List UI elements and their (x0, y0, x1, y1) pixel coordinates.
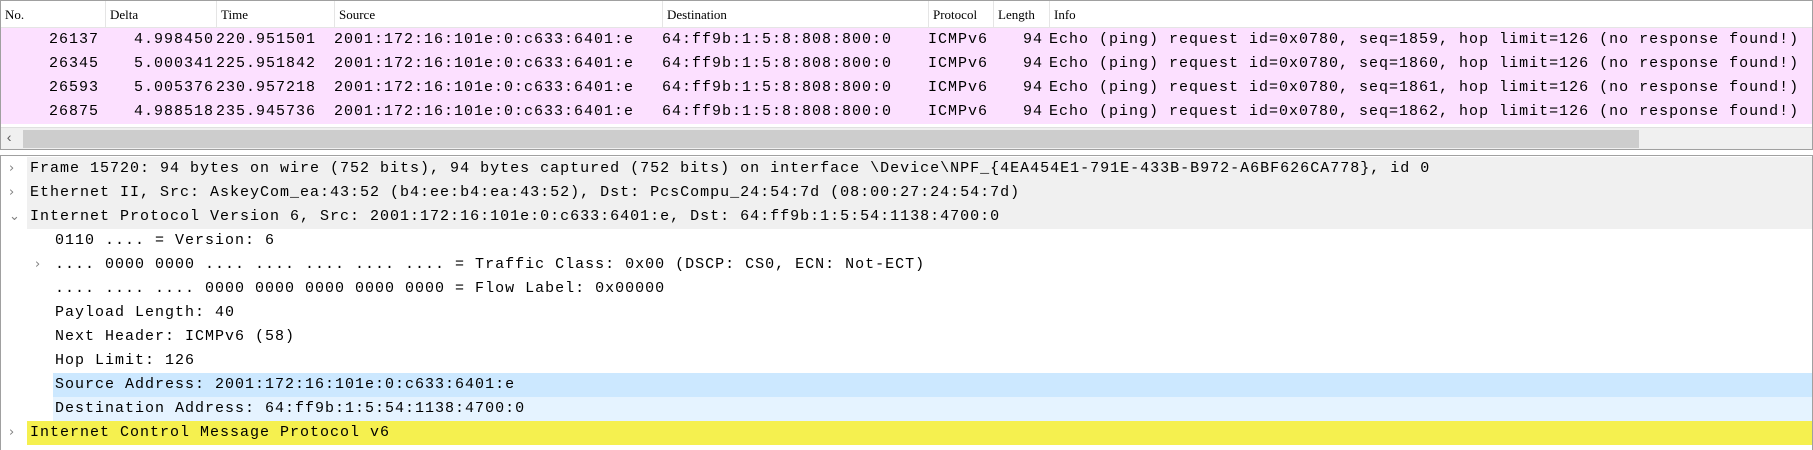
detail-item[interactable]: › .... 0000 0000 .... .... .... .... ....… (1, 253, 1812, 277)
detail-text: Destination Address: 64:ff9b:1:5:54:1138… (55, 400, 526, 417)
cell-protocol: ICMPv6 (928, 31, 989, 48)
detail-text: Hop Limit: 126 (55, 352, 196, 369)
horizontal-scrollbar[interactable]: ‹ (1, 127, 1812, 149)
column-header-destination[interactable]: Destination (662, 1, 928, 28)
column-header-no[interactable]: No. (1, 1, 105, 28)
cell-delta: 4.988518 (133, 103, 214, 120)
scrollbar-thumb[interactable] (23, 130, 1639, 148)
cell-delta: 5.000341 (133, 55, 214, 72)
cell-time: 230.957218 (216, 79, 317, 96)
cell-delta: 4.998450 (133, 31, 214, 48)
packet-row[interactable]: 26345 5.000341 225.951842 2001:172:16:101e:… (1, 52, 1812, 76)
cell-no: 26345 (48, 55, 99, 72)
chevron-right-icon[interactable]: › (9, 181, 15, 205)
detail-text: 0110 .... = Version: 6 (55, 232, 276, 249)
cell-destination: 64:ff9b:1:5:8:808:800:0 (662, 79, 893, 96)
detail-item[interactable]: › Internet Control Message Protocol v6 (1, 421, 1812, 445)
cell-length: 94 (1022, 31, 1043, 48)
chevron-right-icon[interactable]: › (9, 421, 15, 445)
detail-text: Source Address: 2001:172:16:101e:0:c633:… (55, 376, 516, 393)
cell-no: 26593 (48, 79, 99, 96)
cell-protocol: ICMPv6 (928, 103, 989, 120)
cell-time: 220.951501 (216, 31, 317, 48)
detail-text: Internet Control Message Protocol v6 (30, 424, 391, 441)
cell-length: 94 (1022, 55, 1043, 72)
column-header-delta[interactable]: Delta (105, 1, 216, 28)
cell-source: 2001:172:16:101e:0:c633:6401:e (334, 79, 635, 96)
cell-info: Echo (ping) request id=0x0780, seq=1859,… (1049, 31, 1800, 48)
packet-row[interactable]: 26593 5.005376 230.957218 2001:172:16:101e:… (1, 76, 1812, 100)
cell-destination: 64:ff9b:1:5:8:808:800:0 (662, 103, 893, 120)
detail-text: .... .... .... 0000 0000 0000 0000 0000 … (55, 280, 666, 297)
column-header-time[interactable]: Time (216, 1, 334, 28)
chevron-right-icon[interactable]: › (35, 253, 41, 277)
cell-no: 26875 (48, 103, 99, 120)
packet-list-header: No. Delta Time Source Destination Protoc… (1, 1, 1812, 28)
detail-text: .... 0000 0000 .... .... .... .... .... … (55, 256, 926, 273)
column-header-protocol[interactable]: Protocol (928, 1, 993, 28)
chevron-right-icon[interactable]: › (9, 157, 15, 181)
cell-protocol: ICMPv6 (928, 55, 989, 72)
cell-info: Echo (ping) request id=0x0780, seq=1860,… (1049, 55, 1800, 72)
cell-time: 235.945736 (216, 103, 317, 120)
detail-item[interactable]: › Ethernet II, Src: AskeyCom_ea:43:52 (b4… (1, 181, 1812, 205)
cell-info: Echo (ping) request id=0x0780, seq=1862,… (1049, 103, 1800, 120)
detail-item[interactable]: Source Address: 2001:172:16:101e:0:c633:… (1, 373, 1812, 397)
cell-destination: 64:ff9b:1:5:8:808:800:0 (662, 55, 893, 72)
column-header-source[interactable]: Source (334, 1, 662, 28)
detail-item[interactable]: ⌄ Internet Protocol Version 6, Src: 2001:… (1, 205, 1812, 229)
chevron-down-icon[interactable]: ⌄ (9, 205, 21, 229)
cell-source: 2001:172:16:101e:0:c633:6401:e (334, 55, 635, 72)
cell-length: 94 (1022, 103, 1043, 120)
packet-row[interactable]: 26137 4.998450 220.951501 2001:172:16:101e:… (1, 28, 1812, 52)
cell-protocol: ICMPv6 (928, 79, 989, 96)
packet-list: No. Delta Time Source Destination Protoc… (0, 0, 1813, 150)
detail-text: Payload Length: 40 (55, 304, 236, 321)
detail-text: Ethernet II, Src: AskeyCom_ea:43:52 (b4:… (30, 184, 1021, 201)
detail-text: Internet Protocol Version 6, Src: 2001:1… (30, 208, 1001, 225)
detail-item[interactable]: Next Header: ICMPv6 (58) (1, 325, 1812, 349)
detail-item[interactable]: 0110 .... = Version: 6 (1, 229, 1812, 253)
detail-item[interactable]: .... .... .... 0000 0000 0000 0000 0000 … (1, 277, 1812, 301)
cell-destination: 64:ff9b:1:5:8:808:800:0 (662, 31, 893, 48)
cell-no: 26137 (48, 31, 99, 48)
cell-source: 2001:172:16:101e:0:c633:6401:e (334, 31, 635, 48)
packet-details-pane: › Frame 15720: 94 bytes on wire (752 bits… (0, 155, 1813, 450)
cell-time: 225.951842 (216, 55, 317, 72)
detail-item[interactable]: Hop Limit: 126 (1, 349, 1812, 373)
detail-item[interactable]: Payload Length: 40 (1, 301, 1812, 325)
packet-row[interactable]: 26875 4.988518 235.945736 2001:172:16:101e:… (1, 100, 1812, 124)
scroll-left-arrow-icon[interactable]: ‹ (5, 128, 13, 150)
cell-info: Echo (ping) request id=0x0780, seq=1861,… (1049, 79, 1800, 96)
cell-length: 94 (1022, 79, 1043, 96)
cell-source: 2001:172:16:101e:0:c633:6401:e (334, 103, 635, 120)
column-header-length[interactable]: Length (993, 1, 1049, 28)
column-header-info[interactable]: Info (1049, 1, 1813, 28)
detail-text: Frame 15720: 94 bytes on wire (752 bits)… (30, 160, 1431, 177)
detail-text: Next Header: ICMPv6 (58) (55, 328, 296, 345)
detail-item[interactable]: Destination Address: 64:ff9b:1:5:54:1138… (1, 397, 1812, 421)
cell-delta: 5.005376 (133, 79, 214, 96)
detail-item[interactable]: › Frame 15720: 94 bytes on wire (752 bits… (1, 157, 1812, 181)
